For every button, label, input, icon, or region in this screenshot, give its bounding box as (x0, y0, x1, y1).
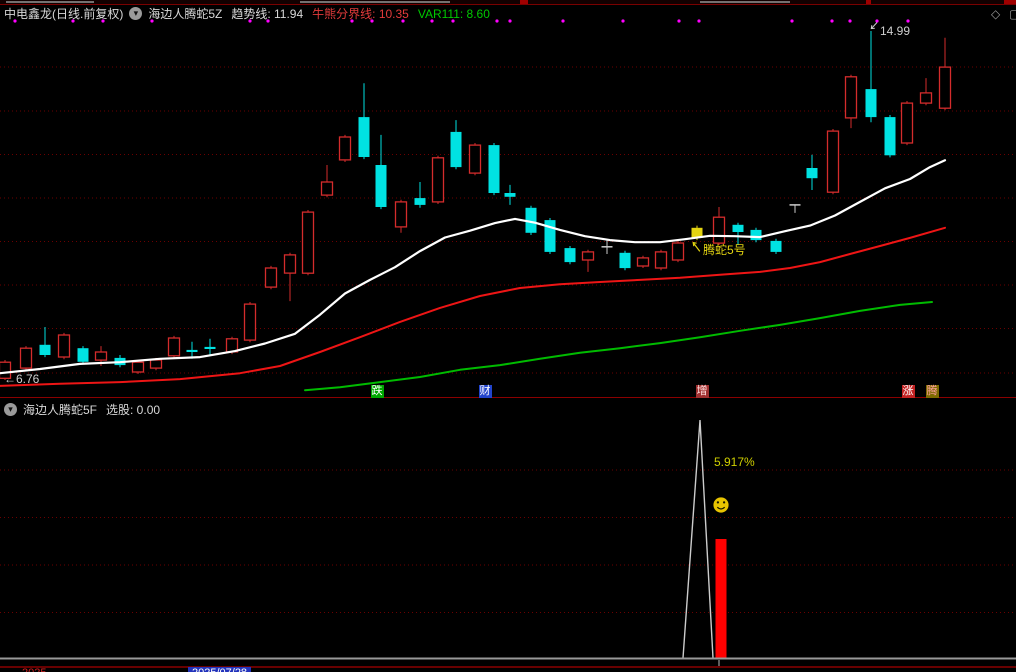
main-chart-canvas[interactable] (0, 0, 1016, 672)
event-marker-die: 跌 (371, 385, 384, 398)
event-marker-teng: 腾 (926, 385, 939, 398)
pct-annotation: 5.917% (714, 455, 755, 469)
date-axis[interactable]: 2025 2025/07/28 (0, 667, 1016, 672)
sub-panel-header: ▾ 海边人腾蛇5F 选股: 0.00 (4, 402, 160, 417)
event-marker-zhang: 涨 (902, 385, 915, 398)
collapse-sub-icon[interactable]: ▾ (4, 403, 17, 416)
selected-date[interactable]: 2025/07/28 (188, 667, 251, 672)
pane-diamond-icon[interactable]: ◇ (991, 7, 1000, 21)
event-marker-zeng: 增 (696, 385, 709, 398)
main-indicator-title[interactable]: 海边人腾蛇5Z (148, 7, 222, 21)
readout-bull-bear: 牛熊分界线: 10.35 (312, 7, 409, 21)
low-price-callout: ←6.76 (4, 372, 39, 386)
pane-square-icon[interactable]: ▢ (1009, 7, 1016, 21)
stock-title: 中电鑫龙(日线.前复权) (4, 7, 123, 21)
event-marker-cai: 财 (479, 385, 492, 398)
top-toolbar-strip (0, 0, 1016, 5)
main-panel-header: 中电鑫龙(日线.前复权) ▾ 海边人腾蛇5Z 趋势线: 11.94 牛熊分界线:… (4, 6, 490, 21)
collapse-main-icon[interactable]: ▾ (129, 7, 142, 20)
sub-readout: 选股: 0.00 (106, 403, 160, 417)
year-label: 2025 (22, 667, 46, 672)
smiley-icon (713, 497, 728, 512)
signal-label: 腾蛇5号 (703, 243, 746, 257)
readout-var111: VAR111: 8.60 (418, 7, 490, 21)
trading-app-window: 中电鑫龙(日线.前复权) ▾ 海边人腾蛇5Z 趋势线: 11.94 牛熊分界线:… (0, 0, 1016, 672)
spike-shape (683, 420, 713, 658)
signal-bar (716, 539, 727, 658)
high-price-callout: 14.99 (880, 24, 910, 38)
sub-indicator-title[interactable]: 海边人腾蛇5F (23, 403, 97, 417)
readout-trend: 趋势线: 11.94 (231, 7, 303, 21)
